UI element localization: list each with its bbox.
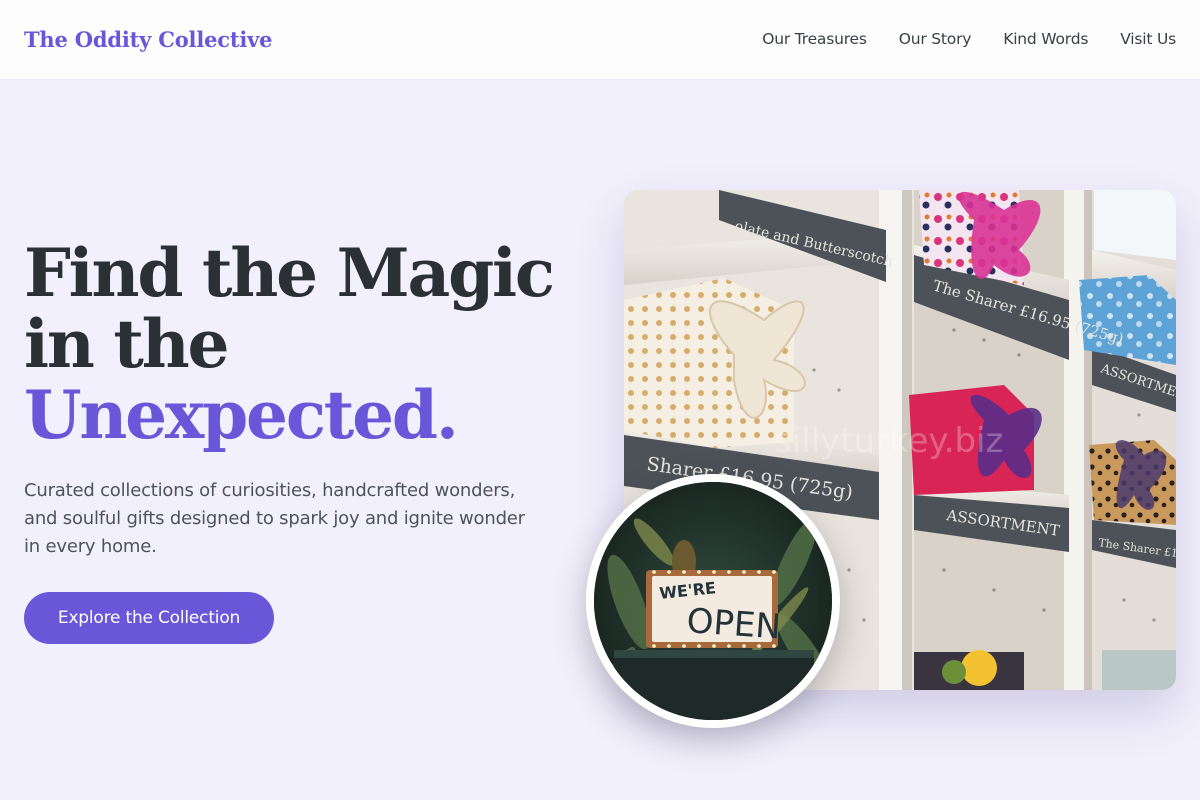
nav-link-visit-us[interactable]: Visit Us: [1120, 30, 1176, 48]
nav-link-our-treasures[interactable]: Our Treasures: [762, 30, 867, 48]
site-header: The Oddity Collective Our Treasures Our …: [0, 0, 1200, 80]
hero-subtext: Curated collections of curiosities, hand…: [24, 480, 525, 557]
brand-logo[interactable]: The Oddity Collective: [24, 27, 272, 52]
headline-accent: Unexpected.: [24, 376, 459, 454]
headline-line-2: in the: [24, 305, 230, 383]
main-nav: Our Treasures Our Story Kind Words Visit…: [762, 30, 1176, 48]
explore-collection-button[interactable]: Explore the Collection: [24, 592, 274, 644]
headline-line-1: Find the Magic: [24, 234, 555, 312]
image-watermark: sillyturkey.biz: [774, 421, 1003, 461]
sign-text-open: OPEN: [685, 601, 782, 647]
hero-headline: Find the Magic in the Unexpected.: [24, 238, 584, 451]
nav-link-our-story[interactable]: Our Story: [899, 30, 972, 48]
were-open-sign-image: WE'RE OPEN: [586, 474, 840, 728]
open-sign-illustration: WE'RE OPEN: [594, 482, 832, 720]
nav-link-kind-words[interactable]: Kind Words: [1003, 30, 1088, 48]
